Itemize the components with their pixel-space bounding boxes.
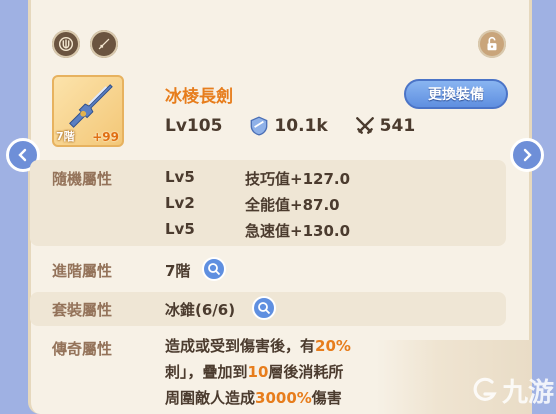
shield-icon[interactable]	[52, 30, 80, 58]
item-level: Lv105	[165, 116, 223, 136]
attack-value: 541	[379, 116, 416, 136]
magnifier-icon	[258, 302, 271, 315]
nine-game-logo-icon	[473, 377, 497, 401]
lock-icon[interactable]	[478, 30, 506, 58]
watermark-logo: 九游	[470, 372, 554, 409]
watermark-text: 九游	[502, 378, 555, 408]
legendary-line-2: 刺」，疊加到10層後消耗所	[165, 358, 343, 386]
set-attributes-value: 冰錐(6/6)	[165, 301, 236, 319]
item-stats: Lv105 10.1k 541	[165, 114, 415, 138]
advance-attributes-value: 7階	[165, 262, 191, 280]
legendary-text: 造成或受到傷害後，有	[165, 337, 316, 355]
weapon-name: 冰棱長劍	[165, 87, 233, 107]
random-attr-value: 技巧值+127.0	[245, 170, 351, 188]
swap-equipment-button[interactable]: 更換裝備	[404, 79, 508, 109]
set-detail-button[interactable]	[252, 296, 276, 320]
chevron-right-icon	[523, 148, 532, 162]
random-attr-value: 急速值+130.0	[245, 222, 351, 240]
advance-detail-button[interactable]	[202, 257, 226, 281]
legendary-text: 周圍敵人造成	[165, 389, 256, 407]
random-attr-level: Lv2	[165, 194, 195, 212]
defense-value: 10.1k	[274, 116, 328, 136]
random-attr-value: 全能值+87.0	[245, 196, 340, 214]
random-attributes-section: 隨機屬性 Lv5 技巧值+127.0 Lv2 全能值+87.0 Lv5 急速值+…	[30, 160, 506, 246]
legendary-line-3: 周圍敵人造成3000%傷害	[165, 384, 342, 412]
legendary-highlight: 3000%	[255, 389, 312, 407]
magnifier-icon	[208, 263, 221, 276]
item-enhance-level: +99	[92, 130, 119, 144]
legendary-line-1: 造成或受到傷害後，有20%	[165, 332, 351, 360]
set-attributes-section: 套裝屬性 冰錐(6/6)	[30, 292, 506, 326]
legendary-highlight: 10	[247, 363, 269, 381]
set-attributes-label: 套裝屬性	[52, 301, 113, 319]
item-tier: 7階	[56, 130, 75, 143]
next-item-arrow[interactable]	[510, 138, 544, 172]
chevron-left-icon	[18, 148, 27, 162]
legendary-text: 刺」，疊加到	[165, 363, 248, 381]
sword-item-icon	[69, 84, 113, 128]
item-slot[interactable]: 7階 +99	[52, 75, 124, 147]
sword-icon[interactable]	[90, 30, 118, 58]
legendary-text: 傷害	[311, 389, 342, 407]
legendary-attributes-label: 傳奇屬性	[52, 340, 113, 358]
legendary-highlight: 20%	[315, 337, 351, 355]
legendary-text: 層後消耗所	[268, 363, 344, 381]
random-attributes-label: 隨機屬性	[52, 170, 113, 188]
defense-stat: 10.1k	[248, 115, 328, 137]
random-attr-level: Lv5	[165, 168, 195, 186]
advance-attributes-section: 進階屬性 7階	[30, 252, 506, 286]
crossed-swords-icon	[355, 117, 374, 134]
defense-shield-icon	[251, 116, 268, 136]
attack-stat: 541	[354, 115, 416, 137]
random-attr-level: Lv5	[165, 220, 195, 238]
advance-attributes-label: 進階屬性	[52, 262, 113, 280]
